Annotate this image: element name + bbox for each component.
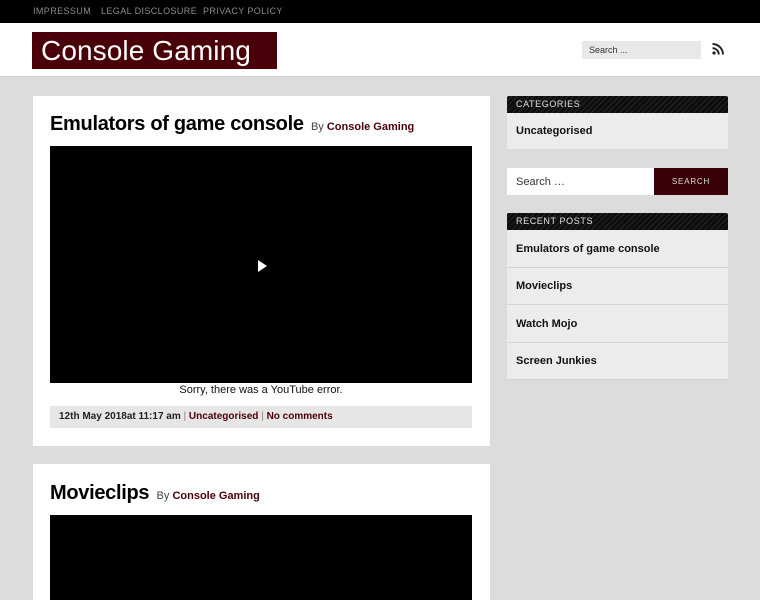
rss-icon[interactable] — [712, 43, 724, 55]
post-title: Emulators of game console By Console Gam… — [50, 113, 414, 136]
category-link[interactable]: Uncategorised — [189, 411, 258, 422]
post-card: Movieclips By Console Gaming — [33, 464, 490, 600]
video-player[interactable] — [50, 146, 472, 383]
post-title: Movieclips By Console Gaming — [50, 482, 260, 505]
recent-post-item[interactable]: Screen Junkies — [507, 343, 728, 380]
author-link[interactable]: Console Gaming — [172, 490, 259, 502]
site-header: Console Gaming — [0, 23, 760, 77]
author-link[interactable]: Console Gaming — [327, 121, 414, 133]
post-title-link[interactable]: Movieclips — [50, 482, 150, 504]
top-nav-bar: IMPRESSUM LEGAL DISCLOSURE PRIVACY POLIC… — [0, 0, 760, 23]
play-icon[interactable] — [258, 260, 267, 272]
meta-separator: | — [183, 411, 187, 422]
sidebar-search-button[interactable]: SEARCH — [654, 168, 728, 195]
categories-widget-title: CATEGORIES — [507, 96, 728, 113]
video-error-message: Sorry, there was a YouTube error. — [179, 384, 343, 396]
post-card: Emulators of game console By Console Gam… — [33, 96, 490, 446]
comments-link[interactable]: No comments — [267, 411, 333, 422]
site-logo[interactable]: Console Gaming — [32, 32, 277, 69]
post-byline: By Console Gaming — [157, 490, 260, 502]
category-item[interactable]: Uncategorised — [507, 113, 728, 149]
post-meta: 12th May 2018at 11:17 am | Uncategorised… — [50, 406, 472, 428]
by-label: By — [156, 490, 170, 502]
by-label: By — [310, 121, 324, 133]
recent-posts-widget-title: RECENT POSTS — [507, 213, 728, 230]
post-date: 12th May 2018at 11:17 am — [59, 411, 181, 422]
meta-separator: | — [261, 411, 264, 422]
post-byline: By Console Gaming — [311, 121, 414, 133]
nav-link-privacy-policy[interactable]: PRIVACY POLICY — [203, 6, 283, 16]
recent-post-item[interactable]: Emulators of game console — [507, 230, 728, 268]
nav-link-impressum[interactable]: IMPRESSUM — [33, 6, 91, 16]
recent-post-item[interactable]: Movieclips — [507, 268, 728, 305]
recent-post-item[interactable]: Watch Mojo — [507, 305, 728, 343]
header-search-input[interactable] — [582, 41, 701, 59]
nav-link-legal-disclosure[interactable]: LEGAL DISCLOSURE — [101, 6, 197, 16]
video-player[interactable] — [50, 515, 472, 600]
sidebar-search-input[interactable] — [507, 168, 654, 195]
post-title-link[interactable]: Emulators of game console — [50, 113, 304, 135]
